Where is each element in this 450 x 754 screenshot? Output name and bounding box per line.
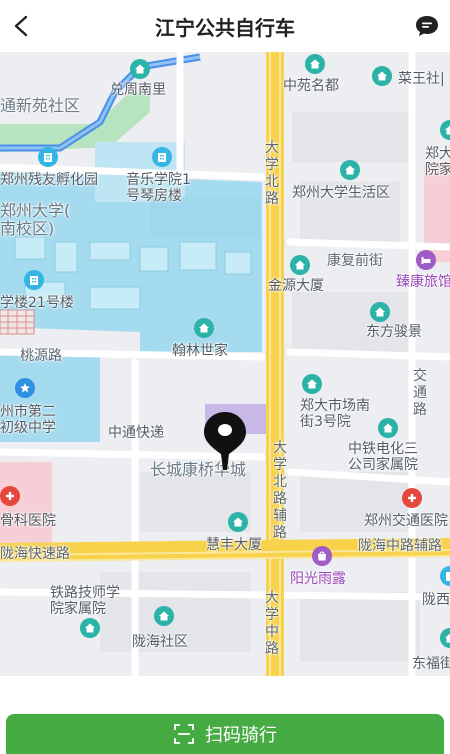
header-bar: 江宁公共自行车 xyxy=(0,0,450,52)
poi-label: 翰林世家 xyxy=(172,343,228,359)
building-icon[interactable] xyxy=(38,147,58,167)
road-label: 康复前街 xyxy=(327,253,383,269)
road-label: 大学中路 xyxy=(265,590,279,657)
poi-label: 公司家属院 xyxy=(348,457,418,473)
scan-frame-icon xyxy=(174,724,194,744)
hospital-icon[interactable] xyxy=(402,488,422,508)
chat-bubble-icon xyxy=(416,16,438,36)
poi-label: 学楼21号楼 xyxy=(0,295,74,311)
map-view[interactable]: 通新苑社区 兑周南里 中苑名都 菜王社| 郑大 院家 郑州残友孵化园 音乐学院1… xyxy=(0,52,450,676)
poi-label: 郑州残友孵化园 xyxy=(0,172,98,188)
back-button[interactable] xyxy=(4,8,38,44)
poi-label: 中铁电化三 xyxy=(348,441,418,457)
scan-ride-button[interactable]: 扫码骑行 xyxy=(6,714,444,754)
map-base xyxy=(0,52,450,676)
road-label: 大学北路辅路 xyxy=(273,440,287,541)
road-label: 桃源路 xyxy=(20,348,62,364)
hospital-icon[interactable] xyxy=(0,486,20,506)
poi-label: 郑大 xyxy=(425,146,450,162)
poi-label: 郑州大学生活区 xyxy=(292,185,390,201)
home-icon[interactable] xyxy=(228,512,248,532)
poi-label: 郑州交通医院 xyxy=(364,513,448,529)
poi-label: 东方骏景 xyxy=(366,324,422,340)
poi-label: 初级中学 xyxy=(0,420,56,436)
home-icon[interactable] xyxy=(290,255,310,275)
bottom-panel: 扫码骑行 xyxy=(0,676,450,754)
home-icon[interactable] xyxy=(372,66,392,86)
road-label: 陇海快速路 xyxy=(0,546,70,562)
message-button[interactable] xyxy=(410,10,444,42)
scan-ride-label: 扫码骑行 xyxy=(205,725,277,746)
poi-label: 中苑名都 xyxy=(283,78,339,94)
poi-label: 号琴房楼 xyxy=(126,188,182,204)
home-icon[interactable] xyxy=(340,160,360,180)
poi-label: 音乐学院1 xyxy=(126,172,191,188)
school-star-icon[interactable] xyxy=(15,378,35,398)
poi-label: 南校区) xyxy=(0,219,55,238)
poi-label: 东福街 xyxy=(412,656,450,672)
poi-label: 街3号院 xyxy=(300,414,351,430)
home-icon[interactable] xyxy=(302,374,322,394)
home-icon[interactable] xyxy=(378,418,398,438)
road-label: 陇海中路辅路 xyxy=(358,538,442,554)
home-icon[interactable] xyxy=(130,59,150,79)
poi-label: 陇西 xyxy=(422,592,450,608)
home-icon[interactable] xyxy=(305,54,325,74)
home-icon[interactable] xyxy=(370,302,390,322)
home-icon[interactable] xyxy=(154,606,174,626)
hotel-icon[interactable] xyxy=(416,250,436,270)
poi-label: 通新苑社区 xyxy=(0,96,81,115)
poi-label: 臻康旅馆 xyxy=(396,274,450,290)
poi-label: 菜王社| xyxy=(398,71,445,87)
building-icon[interactable] xyxy=(24,270,44,290)
poi-label: 郑大市场南 xyxy=(300,398,370,414)
home-icon[interactable] xyxy=(80,618,100,638)
shop-icon[interactable] xyxy=(312,546,332,566)
poi-label: 中通快递 xyxy=(108,425,164,441)
poi-label: 阳光雨露 xyxy=(290,571,346,587)
poi-label: 陇海社区 xyxy=(132,634,188,650)
poi-label: 骨科医院 xyxy=(0,513,56,529)
home-icon[interactable] xyxy=(194,318,214,338)
chevron-left-icon xyxy=(14,15,28,37)
poi-label: 兑周南里 xyxy=(110,82,166,98)
location-pin-icon xyxy=(204,412,246,470)
road-label: 大学北路 xyxy=(265,140,279,207)
page-title: 江宁公共自行车 xyxy=(155,15,295,40)
poi-label: 慧丰大厦 xyxy=(206,537,262,553)
poi-label: 郑州大学( xyxy=(0,201,71,220)
poi-label: 院家 xyxy=(425,162,450,178)
poi-label: 铁路技师学 xyxy=(50,585,120,601)
poi-label: 院家属院 xyxy=(50,601,106,617)
poi-label: 金源大厦 xyxy=(268,278,324,294)
road-label: 交通路 xyxy=(413,368,427,418)
poi-label: 州市第二 xyxy=(0,404,56,420)
building-icon[interactable] xyxy=(152,147,172,167)
